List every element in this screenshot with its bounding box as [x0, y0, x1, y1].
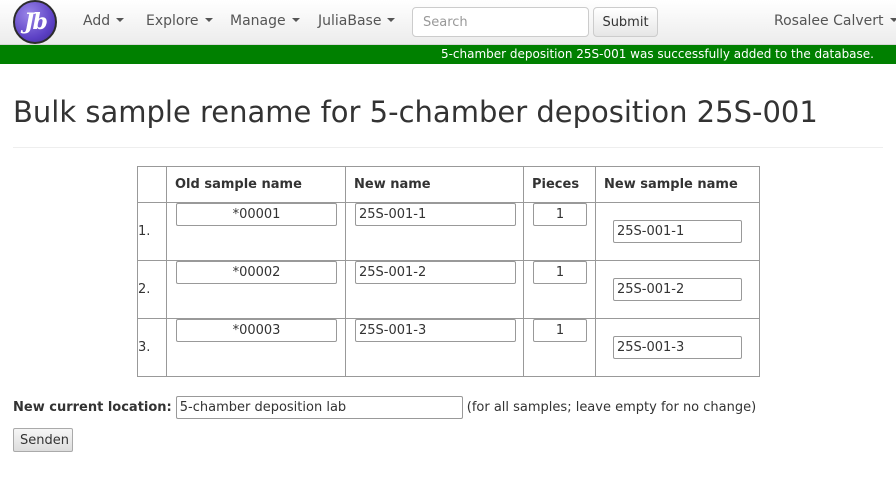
new-name-input[interactable]: [355, 261, 516, 284]
row-number: 3.: [137, 318, 167, 377]
location-row: New current location: (for all samples; …: [13, 395, 756, 419]
table-row: 2.: [137, 260, 760, 319]
new-sample-name-input[interactable]: [613, 220, 742, 243]
old-sample-name-input[interactable]: [176, 319, 337, 342]
pieces-input[interactable]: [533, 261, 587, 284]
caret-down-icon: [204, 18, 213, 22]
nav-menu-label: JuliaBase: [318, 13, 382, 29]
search-submit-button[interactable]: Submit: [593, 7, 658, 37]
user-name: Rosalee Calvert: [774, 13, 884, 29]
old-sample-name-input[interactable]: [176, 203, 337, 226]
current-location-input[interactable]: [175, 395, 463, 419]
table-row: 1.: [137, 202, 760, 261]
new-name-input[interactable]: [355, 319, 516, 342]
row-number: 1.: [137, 202, 167, 261]
juliabase-logo[interactable]: Jb: [13, 0, 57, 44]
nav-menu-add[interactable]: Add: [83, 13, 125, 29]
header-new-name: New name: [345, 166, 524, 203]
page-title: Bulk sample rename for 5-chamber deposit…: [13, 95, 818, 129]
nav-menu-label: Add: [83, 13, 111, 29]
new-name-input[interactable]: [355, 203, 516, 226]
header-number: [137, 166, 167, 203]
header-old-sample-name: Old sample name: [166, 166, 346, 203]
table-row: 3.: [137, 318, 760, 377]
nav-menu-juliabase[interactable]: JuliaBase: [318, 13, 396, 29]
row-number: 2.: [137, 260, 167, 319]
nav-menu-label: Manage: [230, 13, 286, 29]
location-label: New current location:: [13, 399, 172, 415]
old-sample-name-input[interactable]: [176, 261, 337, 284]
pieces-input[interactable]: [533, 203, 587, 226]
nav-menu-explore[interactable]: Explore: [146, 13, 213, 29]
pieces-input[interactable]: [533, 319, 587, 342]
caret-down-icon: [291, 18, 300, 22]
header-new-sample-name: New sample name: [595, 166, 760, 203]
rename-table: Old sample name New name Pieces New samp…: [137, 166, 760, 377]
user-menu[interactable]: Rosalee Calvert: [774, 13, 896, 29]
senden-button[interactable]: Senden: [13, 428, 73, 452]
success-message: 5-chamber deposition 25S-001 was success…: [0, 45, 896, 64]
caret-down-icon: [116, 18, 125, 22]
new-sample-name-input[interactable]: [613, 278, 742, 301]
title-divider: [13, 147, 883, 148]
location-hint: (for all samples; leave empty for no cha…: [466, 399, 757, 415]
header-pieces: Pieces: [523, 166, 596, 203]
new-sample-name-input[interactable]: [613, 336, 742, 359]
table-header-row: Old sample name New name Pieces New samp…: [137, 166, 760, 203]
top-navbar: Jb Add Explore Manage JuliaBase Submit R…: [0, 0, 896, 45]
nav-menu-label: Explore: [146, 13, 199, 29]
caret-down-icon: [889, 18, 896, 22]
nav-menu-manage[interactable]: Manage: [230, 13, 300, 29]
search-input[interactable]: [412, 7, 589, 37]
caret-down-icon: [387, 18, 396, 22]
